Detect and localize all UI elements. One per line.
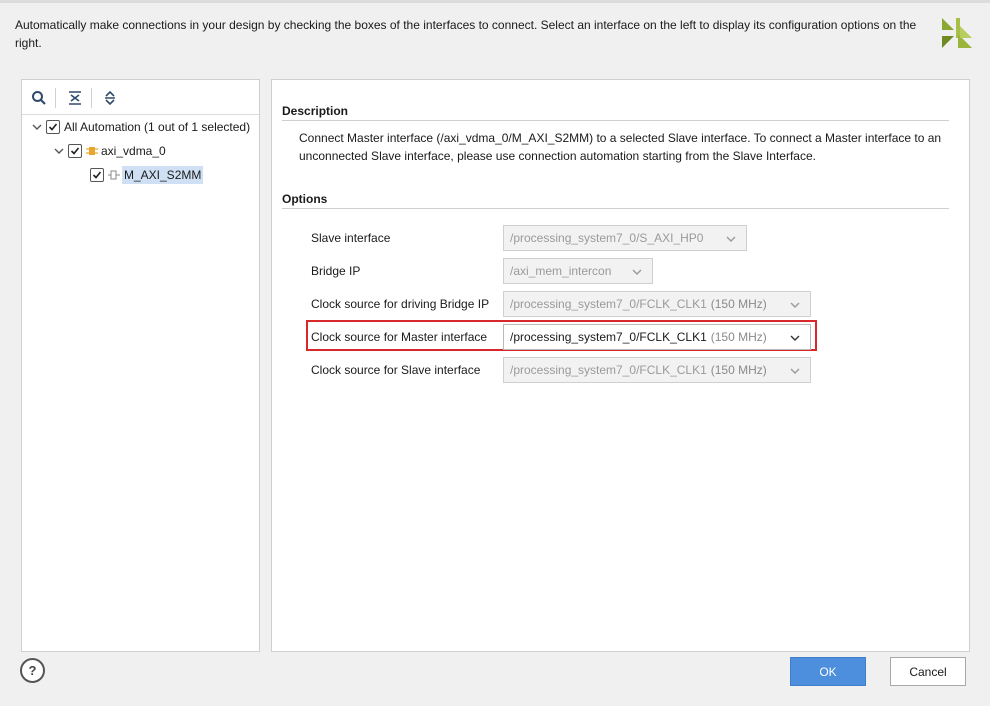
clock-slave-freq: (150 MHz) bbox=[710, 363, 767, 377]
collapse-all-icon bbox=[69, 91, 81, 105]
description-divider bbox=[282, 120, 949, 121]
expand-all-button[interactable] bbox=[100, 88, 120, 108]
collapse-all-button[interactable] bbox=[65, 88, 85, 108]
configuration-panel: Description Connect Master interface (/a… bbox=[271, 79, 970, 652]
bridge-ip-value: /axi_mem_intercon bbox=[510, 264, 612, 278]
tree-item-axi-vdma[interactable]: axi_vdma_0 bbox=[53, 141, 166, 161]
toolbar-separator bbox=[55, 88, 56, 108]
chevron-down-icon[interactable] bbox=[31, 121, 43, 133]
m-axi-s2mm-label: M_AXI_S2MM bbox=[122, 166, 204, 184]
search-icon bbox=[32, 91, 46, 105]
search-button[interactable] bbox=[29, 88, 49, 108]
clock-slave-label: Clock source for Slave interface bbox=[311, 363, 481, 377]
slave-interface-dropdown[interactable]: /processing_system7_0/S_AXI_HP0 bbox=[503, 225, 747, 251]
bridge-ip-label: Bridge IP bbox=[311, 264, 361, 278]
chevron-down-icon bbox=[790, 368, 800, 374]
checkmark-icon bbox=[92, 171, 102, 179]
help-icon: ? bbox=[28, 663, 37, 678]
options-divider bbox=[282, 208, 949, 209]
clock-bridge-freq: (150 MHz) bbox=[710, 297, 767, 311]
chevron-down-icon[interactable] bbox=[53, 145, 65, 157]
chevron-down-icon bbox=[726, 236, 736, 242]
ok-button[interactable]: OK bbox=[790, 657, 866, 686]
checkmark-icon bbox=[48, 123, 58, 131]
clock-master-freq: (150 MHz) bbox=[710, 330, 767, 344]
clock-slave-dropdown[interactable]: /processing_system7_0/FCLK_CLK1 (150 MHz… bbox=[503, 357, 811, 383]
cancel-button[interactable]: Cancel bbox=[890, 657, 966, 686]
all-automation-label: All Automation (1 out of 1 selected) bbox=[64, 120, 251, 134]
chevron-down-icon bbox=[790, 335, 800, 341]
clock-master-value: /processing_system7_0/FCLK_CLK1 bbox=[510, 330, 707, 344]
clock-bridge-value: /processing_system7_0/FCLK_CLK1 bbox=[510, 297, 707, 311]
description-text: Connect Master interface (/axi_vdma_0/M_… bbox=[299, 131, 942, 163]
all-automation-checkbox[interactable] bbox=[46, 120, 60, 134]
help-button[interactable]: ? bbox=[20, 658, 45, 683]
checkmark-icon bbox=[70, 147, 80, 155]
bridge-ip-dropdown[interactable]: /axi_mem_intercon bbox=[503, 258, 653, 284]
axi-vdma-label: axi_vdma_0 bbox=[101, 144, 166, 158]
slave-interface-value: /processing_system7_0/S_AXI_HP0 bbox=[510, 231, 704, 245]
tree-toolbar bbox=[22, 80, 259, 115]
expand-all-icon bbox=[105, 90, 115, 106]
clock-bridge-label: Clock source for driving Bridge IP bbox=[311, 297, 490, 311]
toolbar-separator bbox=[91, 88, 92, 108]
top-edge bbox=[0, 0, 990, 3]
interface-port-icon bbox=[108, 170, 120, 180]
m-axi-s2mm-checkbox[interactable] bbox=[90, 168, 104, 182]
tree-item-all-automation[interactable]: All Automation (1 out of 1 selected) bbox=[31, 117, 250, 137]
tree-item-m-axi-s2mm[interactable]: M_AXI_S2MM bbox=[90, 165, 204, 185]
ip-block-icon bbox=[86, 147, 98, 155]
chevron-down-icon bbox=[632, 269, 642, 275]
clock-master-dropdown[interactable]: /processing_system7_0/FCLK_CLK1 (150 MHz… bbox=[503, 324, 811, 350]
chevron-down-icon bbox=[790, 302, 800, 308]
clock-master-label: Clock source for Master interface bbox=[311, 330, 488, 344]
interface-tree-panel: All Automation (1 out of 1 selected) axi… bbox=[21, 79, 260, 652]
axi-vdma-checkbox[interactable] bbox=[68, 144, 82, 158]
description-title: Description bbox=[282, 104, 349, 118]
slave-interface-label: Slave interface bbox=[311, 231, 391, 245]
options-title: Options bbox=[282, 192, 328, 206]
clock-bridge-dropdown[interactable]: /processing_system7_0/FCLK_CLK1 (150 MHz… bbox=[503, 291, 811, 317]
xilinx-logo-icon bbox=[942, 18, 972, 48]
instructions-text: Automatically make connections in your d… bbox=[15, 18, 917, 50]
clock-slave-value: /processing_system7_0/FCLK_CLK1 bbox=[510, 363, 707, 377]
